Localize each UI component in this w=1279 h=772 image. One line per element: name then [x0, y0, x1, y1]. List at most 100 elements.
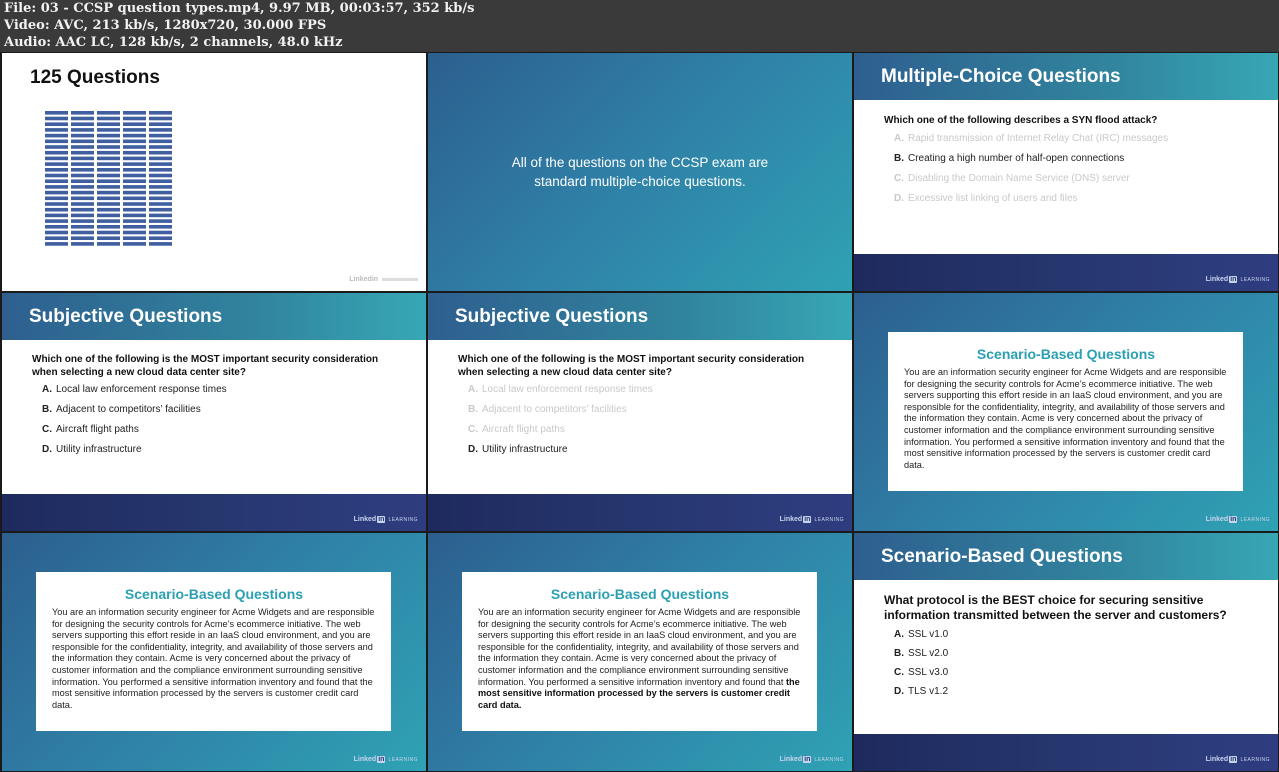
- question-bar: [71, 207, 94, 212]
- question-bar: [71, 190, 94, 195]
- thumbnail-subjective-questions-1[interactable]: Subjective Questions Which one of the fo…: [2, 293, 426, 531]
- option-d: D. TLS v1.2: [894, 686, 949, 697]
- slide-footer: Linked in LEARNING: [854, 254, 1278, 291]
- option-c: C. SSL v3.0: [894, 667, 949, 678]
- linkedin-learning-logo: Linked in LEARNING: [353, 756, 418, 763]
- question-bar: [71, 122, 94, 126]
- question-bar: [97, 190, 120, 195]
- question-bar: [45, 196, 68, 201]
- question-bar: [149, 139, 172, 144]
- question-bar: [97, 162, 120, 166]
- question-bar: [123, 185, 146, 189]
- slide-footer: Linked in LEARNING: [2, 494, 426, 531]
- question-bar: [123, 111, 146, 115]
- question-bar: [71, 185, 94, 189]
- question-bar: [123, 162, 146, 166]
- thumbnail-multiple-choice-questions[interactable]: Multiple-Choice Questions Which one of t…: [854, 53, 1278, 291]
- question-bar: [149, 179, 172, 183]
- question-bar: [97, 168, 120, 172]
- linkedin-learning-logo: Linked in LEARNING: [1205, 756, 1270, 763]
- question-bar: [45, 173, 68, 178]
- question-bar: [123, 242, 146, 246]
- question-bar: [149, 156, 172, 161]
- card-title: Scenario-Based Questions: [976, 346, 1156, 362]
- thumbnail-scenario-card-1[interactable]: Scenario-Based Questions You are an info…: [854, 293, 1278, 531]
- linkedin-learning-logo: Linked in LEARNING: [1205, 276, 1270, 283]
- question-bar: [45, 207, 68, 212]
- question-bar: [123, 190, 146, 195]
- question-bar: [123, 128, 146, 132]
- scenario-card: Scenario-Based Questions You are an info…: [888, 332, 1243, 491]
- question-bar: [149, 213, 172, 218]
- thumbnail-scenario-card-3[interactable]: Scenario-Based Questions You are an info…: [428, 533, 852, 771]
- option-c: C. Disabling the Domain Name Service (DNS…: [894, 173, 1130, 184]
- question-bar: [45, 202, 68, 206]
- question-bar: [45, 179, 68, 183]
- question-bar: [97, 128, 120, 132]
- question-bar: [97, 173, 120, 178]
- question-bar: [123, 156, 146, 161]
- question-bar: [71, 202, 94, 206]
- audio-info: Audio: AAC LC, 128 kb/s, 2 channels, 48.…: [4, 35, 343, 50]
- question-bar: [97, 230, 120, 235]
- question-bar: [149, 128, 172, 132]
- question-bar: [45, 139, 68, 144]
- option-c: C. Aircraft flight paths: [468, 424, 565, 435]
- question-bar: [123, 173, 146, 178]
- question-bar: [97, 116, 120, 121]
- question-bar: [71, 133, 94, 138]
- option-a: A. Local law enforcement response times: [468, 384, 653, 395]
- question-bar: [123, 133, 146, 138]
- scenario-text: You are an information security engineer…: [52, 607, 375, 710]
- slide-footer: Linked in LEARNING: [428, 494, 852, 531]
- question-bar: [149, 116, 172, 121]
- question-text: Which one of the following is the MOST i…: [32, 354, 379, 378]
- thumbnail-subjective-questions-2[interactable]: Subjective Questions Which one of the fo…: [428, 293, 852, 531]
- option-b: B. Adjacent to competitors’ facilities: [42, 404, 201, 415]
- option-a: A. SSL v1.0: [894, 629, 949, 640]
- question-bars-graphic: [45, 111, 172, 246]
- question-bar: [123, 168, 146, 172]
- question-text: Which one of the following is the MOST i…: [458, 354, 805, 378]
- question-bar: [123, 139, 146, 144]
- question-bar: [123, 219, 146, 223]
- question-bar: [45, 133, 68, 138]
- question-bar: [71, 213, 94, 218]
- option-b: B. Adjacent to competitors’ facilities: [468, 404, 627, 415]
- thumbnail-scenario-card-2[interactable]: Scenario-Based Questions You are an info…: [2, 533, 426, 771]
- question-bar: [71, 236, 94, 240]
- question-bar: [45, 156, 68, 161]
- question-bar: [97, 139, 120, 144]
- thumbnail-125-questions[interactable]: 125 Questions Linkedin: [2, 53, 426, 291]
- option-c: C. Aircraft flight paths: [42, 424, 139, 435]
- question-bar: [71, 139, 94, 144]
- question-bar: [97, 242, 120, 246]
- thumbnail-multiple-choice-intro[interactable]: All of the questions on the CCSP exam ar…: [428, 53, 852, 291]
- option-a: A. Local law enforcement response times: [42, 384, 227, 395]
- question-bar: [123, 116, 146, 121]
- answer-options: A. Local law enforcement response times B…: [468, 384, 653, 464]
- thumbnail-scenario-question[interactable]: Scenario-Based Questions What protocol i…: [854, 533, 1278, 771]
- question-bar: [149, 207, 172, 212]
- question-bar: [45, 219, 68, 223]
- slide-footer: Linked in LEARNING: [854, 734, 1278, 771]
- file-info: File: 03 - CCSP question types.mp4, 9.97…: [4, 1, 475, 16]
- question-bar: [71, 179, 94, 183]
- question-bar: [123, 213, 146, 218]
- question-bar: [97, 156, 120, 161]
- question-bar: [45, 122, 68, 126]
- question-bar: [45, 242, 68, 246]
- option-d: D. Excessive list linking of users and fi…: [894, 193, 1078, 204]
- card-title: Scenario-Based Questions: [124, 586, 304, 602]
- question-bar: [45, 225, 68, 229]
- question-bar: [71, 145, 94, 149]
- question-bar: [45, 116, 68, 121]
- question-bar: [123, 150, 146, 155]
- question-bar: [149, 219, 172, 223]
- video-info-header: File: 03 - CCSP question types.mp4, 9.97…: [0, 0, 1279, 52]
- question-text: What protocol is the BEST choice for sec…: [884, 593, 1227, 622]
- question-bar: [97, 219, 120, 223]
- option-d: D. Utility infrastructure: [468, 444, 568, 455]
- slide-banner: Multiple-Choice Questions: [854, 53, 1278, 100]
- question-bar: [45, 230, 68, 235]
